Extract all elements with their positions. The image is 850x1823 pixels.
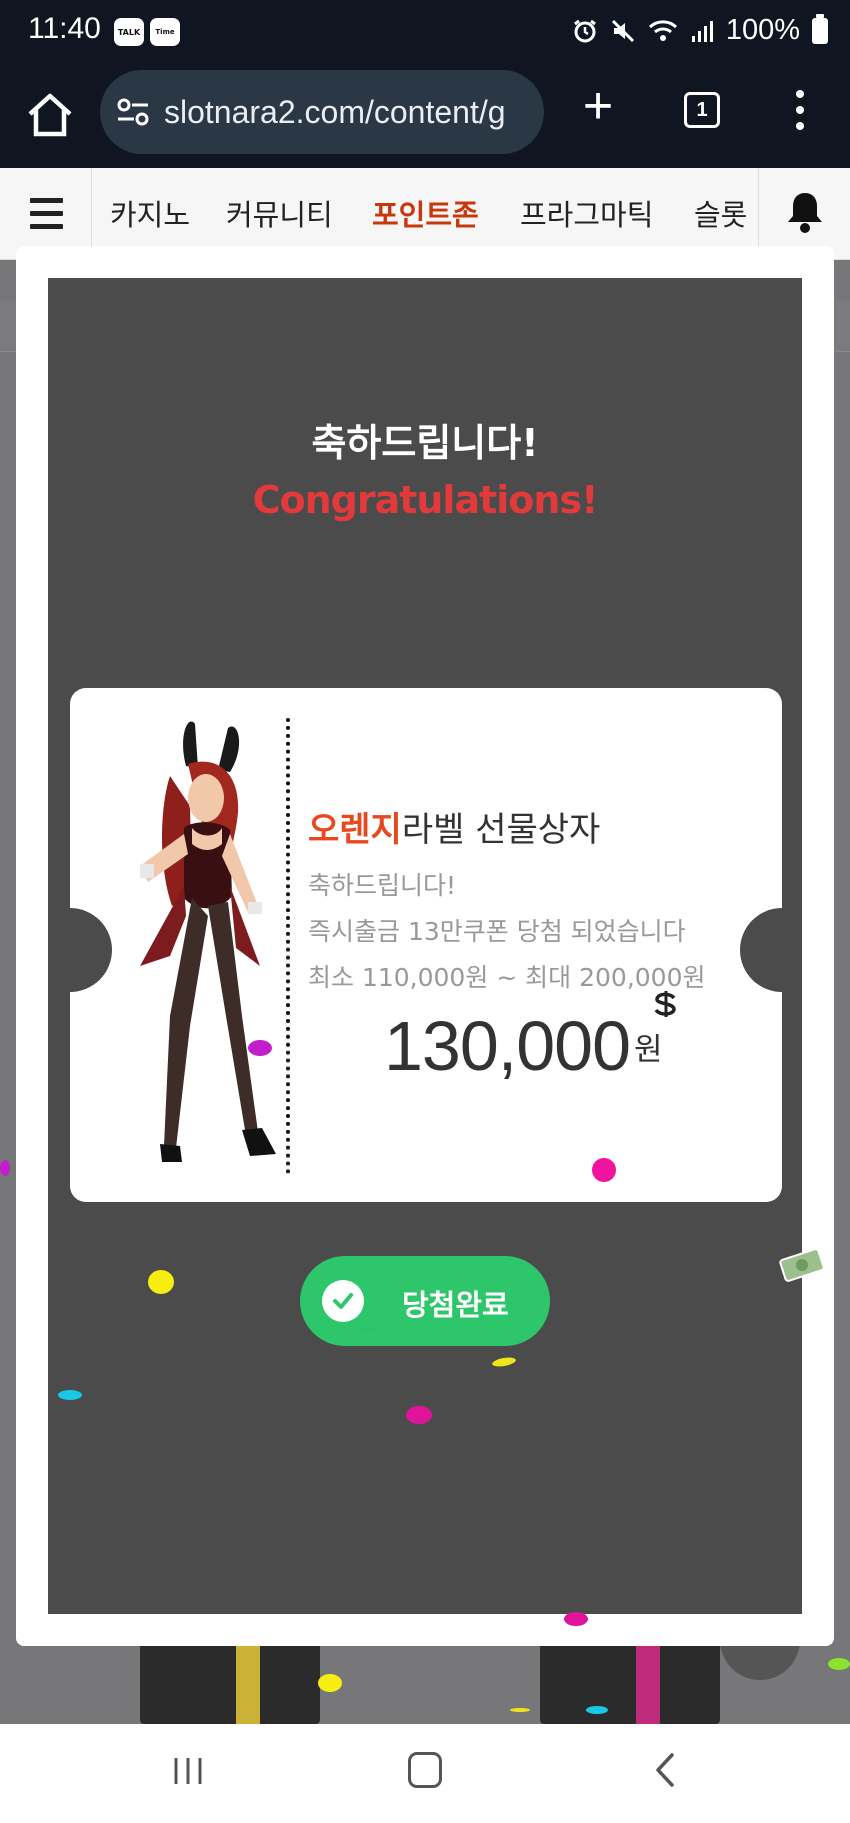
confetti-piece [248,1040,272,1056]
nav-item-pragmatic[interactable]: 프라그마틱 [520,192,653,234]
system-navigation-bar [0,1724,850,1823]
confetti-piece [356,1328,378,1331]
bell-icon [788,193,822,233]
prize-title: 오렌지라벨 선물상자 [308,802,600,851]
coupon-notch-right [740,908,782,992]
tab-switcher-button[interactable]: 1 [684,92,720,128]
mute-icon [611,19,634,42]
timecard-icon: Time [150,18,180,46]
signal-icon [691,20,713,42]
browser-toolbar: slotnara2.com/content/g + 1 [0,64,850,168]
recent-apps-icon[interactable] [172,1756,204,1786]
confetti-piece [510,1708,530,1712]
prize-brand: 오렌지 [308,810,402,850]
alarm-icon [573,19,596,42]
nav-item-pointzone[interactable]: 포인트존 [372,192,479,234]
confetti-piece [828,1658,850,1670]
prize-amount-value: 130,000 [384,1007,631,1085]
prize-description: 즉시출금 13만쿠폰 당첨 되었습니다 [308,917,686,946]
background-card [140,1640,320,1724]
coupon-card: 오렌지라벨 선물상자 축하드립니다! 즉시출금 13만쿠폰 당첨 되었습니다 최… [70,688,782,1202]
modal-title-english: Congratulations! [252,478,599,522]
confetti-piece [406,1406,432,1424]
prize-modal: 축하드립니다! Congratulations! 오렌지라벨 선물상자 축하드립… [16,246,834,1646]
battery-icon [812,13,828,44]
new-tab-button[interactable]: + [576,78,620,134]
background-card [540,1640,720,1724]
prize-congrats-text: 축하드립니다! [308,871,457,900]
prize-range: 최소 110,000원 ~ 최대 200,000원 [308,963,706,992]
prize-amount-unit: 원 [634,1032,663,1068]
back-icon[interactable] [652,1752,678,1788]
confetti-piece [318,1674,342,1692]
site-settings-icon[interactable] [116,96,150,128]
status-time: 11:40 [28,12,101,45]
coupon-perforation [286,718,290,1174]
confetti-piece [592,1158,616,1182]
more-options-icon[interactable] [792,90,808,134]
kakaotalk-icon: TALK [114,18,144,46]
win-complete-label: 당첨완료 [402,1290,509,1322]
modal-content: 축하드립니다! Congratulations! 오렌지라벨 선물상자 축하드립… [48,278,802,1614]
url-text: slotnara2.com/content/g [164,93,506,130]
address-bar[interactable]: slotnara2.com/content/g [100,70,544,154]
status-bar: 11:40 TALK Time 100% [0,0,850,64]
prize-product: 라벨 선물상자 [401,810,601,850]
confetti-piece [564,1612,588,1626]
battery-percent: 100% [725,14,800,46]
home-button-icon[interactable] [408,1752,442,1788]
confetti-piece [0,1160,10,1176]
nav-item-community[interactable]: 커뮤니티 [226,192,333,234]
status-indicators: 100% [572,13,828,47]
modal-title-korean: 축하드립니다! [311,421,539,465]
wifi-icon [648,19,677,41]
confetti-piece [58,1390,82,1400]
home-icon[interactable] [22,88,78,144]
check-circle-icon [322,1280,364,1322]
confetti-piece [586,1706,608,1714]
confetti-piece [148,1270,174,1294]
character-illustration [140,721,276,1162]
win-complete-button[interactable]: 당첨완료 [300,1256,550,1346]
confetti-piece [491,1355,517,1369]
prize-amount: 130,000 원 [384,1006,663,1086]
nav-item-slot[interactable]: 슬롯 [694,192,747,234]
nav-item-casino[interactable]: 카지노 [110,192,190,234]
